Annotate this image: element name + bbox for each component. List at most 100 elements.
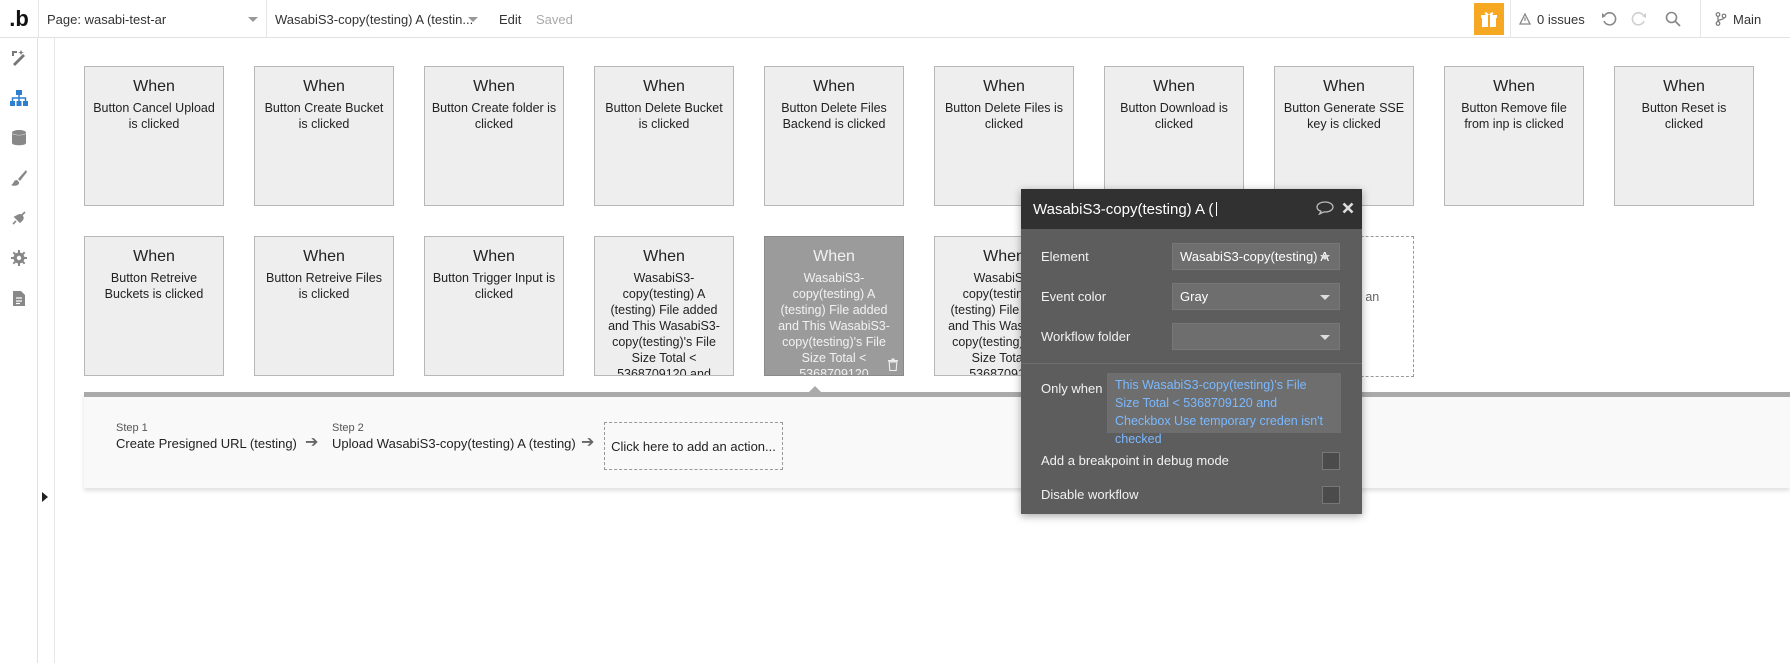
expand-panel-arrow-icon[interactable] — [42, 492, 48, 502]
event-when-label: When — [1153, 78, 1195, 95]
breakpoint-checkbox[interactable] — [1322, 452, 1340, 470]
page-select-label: Page: wasabi-test-ar — [47, 11, 167, 27]
event-description: Button Delete Files is clicked — [944, 101, 1064, 131]
event-card[interactable]: When Button Retreive Buckets is clicked — [84, 236, 224, 376]
event-card-selected[interactable]: When WasabiS3-copy(testing) A (testing) … — [764, 236, 904, 376]
step-label: Create Presigned URL (testing) — [116, 436, 297, 451]
search-button[interactable] — [1658, 0, 1688, 38]
close-icon[interactable] — [1342, 202, 1354, 214]
element-value: WasabiS3-copy(testing) A — [1180, 249, 1330, 264]
event-when-label: When — [1663, 78, 1705, 95]
sidebar-item-settings[interactable] — [0, 238, 38, 278]
event-card[interactable]: When Button Reset is clicked — [1614, 66, 1754, 206]
event-description: Button Create Bucket is clicked — [264, 101, 384, 131]
event-description: Button Retreive Files is clicked — [265, 271, 383, 301]
step-label: Upload WasabiS3-copy(testing) A (testing… — [332, 436, 576, 451]
event-when-label: When — [133, 248, 175, 265]
event-card[interactable]: When Button Delete Files Backend is clic… — [764, 66, 904, 206]
event-color-value: Gray — [1180, 289, 1209, 304]
event-when-label: When — [303, 78, 345, 95]
gear-icon — [11, 250, 27, 266]
chevron-down-icon — [248, 17, 258, 22]
panel-header: WasabiS3-copy(testing) A ( — [1021, 189, 1362, 229]
issues-button[interactable]: 0 issues — [1510, 0, 1600, 38]
undo-icon — [1602, 12, 1617, 26]
event-card[interactable]: When Button Trigger Input is clicked — [424, 236, 564, 376]
event-card[interactable]: When WasabiS3-copy(testing) A (testing) … — [594, 236, 734, 376]
top-bar: .b Page: wasabi-test-ar WasabiS3-copy(te… — [0, 0, 1790, 38]
design-icon — [12, 50, 25, 66]
disable-workflow-label: Disable workflow — [1041, 487, 1139, 502]
element-dropdown[interactable]: WasabiS3-copy(testing) A — [1172, 243, 1340, 270]
only-when-condition[interactable]: This WasabiS3-copy(testing)'s File Size … — [1107, 373, 1341, 446]
step-number: Step 2 — [332, 422, 364, 434]
event-description: Button Trigger Input is clicked — [432, 271, 556, 301]
event-card[interactable]: When Button Download is clicked — [1104, 66, 1244, 206]
branch-button[interactable]: Main — [1700, 0, 1790, 38]
step-card[interactable]: Step 2 Upload WasabiS3-copy(testing) A (… — [332, 422, 576, 451]
sidebar-item-data[interactable] — [0, 118, 38, 158]
arrow-right-icon: ➔ — [305, 434, 319, 451]
workflow-steps-strip: Step 1 Create Presigned URL (testing) ➔ … — [84, 392, 1790, 488]
disable-workflow-checkbox[interactable] — [1322, 486, 1340, 504]
event-description: Button Delete Bucket is clicked — [605, 101, 723, 131]
event-card[interactable]: When Button Generate SSE key is clicked — [1274, 66, 1414, 206]
sidebar-item-plugins[interactable] — [0, 198, 38, 238]
element-label: Element — [1041, 249, 1089, 264]
page-select[interactable]: Page: wasabi-test-ar — [38, 0, 266, 38]
sidebar-item-styles[interactable] — [0, 158, 38, 198]
element-select[interactable]: WasabiS3-copy(testing) A (testin... — [266, 0, 486, 38]
redo-icon — [1631, 12, 1646, 26]
warning-icon — [1519, 13, 1531, 25]
chevron-down-icon — [1320, 255, 1330, 260]
event-when-label: When — [1323, 78, 1365, 95]
event-description: Button Cancel Upload is clicked — [93, 101, 215, 131]
workflow-folder-dropdown[interactable] — [1172, 323, 1340, 350]
event-description: Button Delete Files Backend is clicked — [781, 101, 887, 131]
bubble-logo[interactable]: .b — [0, 0, 38, 38]
step-number: Step 1 — [116, 422, 148, 434]
event-color-label: Event color — [1041, 289, 1107, 304]
event-when-label: When — [643, 78, 685, 95]
event-when-label: When — [473, 78, 515, 95]
event-when-label: When — [813, 248, 855, 265]
add-action-button[interactable]: Click here to add an action... — [604, 422, 783, 470]
trash-icon[interactable] — [887, 358, 899, 371]
event-description: Button Reset is clicked — [1641, 101, 1727, 131]
event-card[interactable]: When Button Create folder is clicked — [424, 66, 564, 206]
event-card[interactable]: When Button Retreive Files is clicked — [254, 236, 394, 376]
event-description: Button Generate SSE key is clicked — [1283, 101, 1405, 131]
event-description: Button Download is clicked — [1120, 101, 1228, 131]
sidebar-item-workflow[interactable] — [0, 78, 38, 118]
edit-menu[interactable]: Edit — [499, 0, 521, 38]
event-when-label: When — [1493, 78, 1535, 95]
branch-icon — [1715, 12, 1727, 26]
event-card[interactable]: When Button Remove file from inp is clic… — [1444, 66, 1584, 206]
canvas-divider — [54, 38, 55, 663]
branch-label: Main — [1733, 11, 1762, 27]
event-card[interactable]: When Button Create Bucket is clicked — [254, 66, 394, 206]
event-description: WasabiS3-copy(testing) A (testing) File … — [778, 271, 890, 376]
event-card[interactable]: When Button Delete Bucket is clicked — [594, 66, 734, 206]
event-card[interactable]: When Button Delete Files is clicked — [934, 66, 1074, 206]
event-when-label: When — [133, 78, 175, 95]
event-when-label: When — [473, 248, 515, 265]
undo-button[interactable] — [1594, 0, 1624, 38]
sidebar-item-design[interactable] — [0, 38, 38, 78]
event-color-dropdown[interactable]: Gray — [1172, 283, 1340, 310]
gift-button[interactable] — [1474, 3, 1504, 35]
workflow-icon — [10, 90, 28, 106]
event-when-label: When — [303, 248, 345, 265]
arrow-right-icon: ➔ — [581, 434, 595, 451]
event-card[interactable]: When Button Cancel Upload is clicked — [84, 66, 224, 206]
event-when-label: When — [813, 78, 855, 95]
document-icon — [13, 290, 25, 306]
comment-icon[interactable] — [1316, 201, 1334, 215]
chevron-down-icon — [1320, 335, 1330, 340]
sidebar-item-logs[interactable] — [0, 278, 38, 318]
event-properties-panel: WasabiS3-copy(testing) A ( Element Wasab… — [1021, 189, 1362, 514]
step-card[interactable]: Step 1 Create Presigned URL (testing) — [116, 422, 297, 451]
redo-button[interactable] — [1624, 0, 1654, 38]
panel-title-input[interactable]: WasabiS3-copy(testing) A ( — [1033, 201, 1213, 218]
plug-icon — [12, 211, 26, 225]
